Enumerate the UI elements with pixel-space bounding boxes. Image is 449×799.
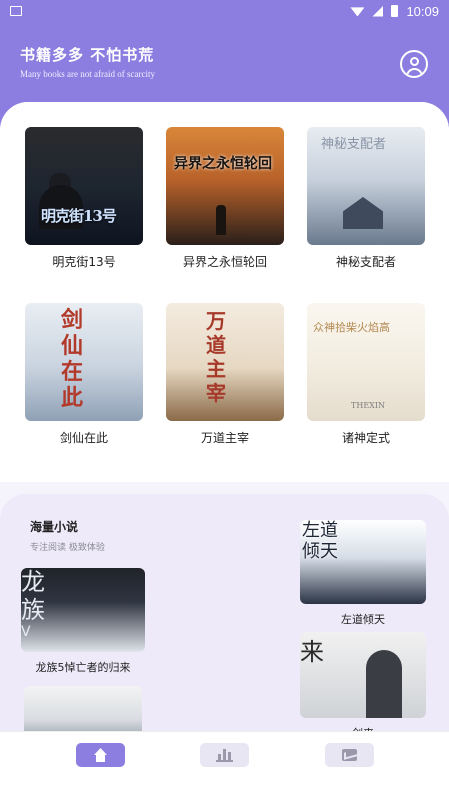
book-cover-text: 左道倾天 — [302, 520, 338, 562]
book-cover-text: 剑仙在此 — [61, 307, 84, 411]
book-title: 左道倾天 — [341, 613, 385, 626]
book-cover: 剑仙在此 — [25, 303, 143, 421]
mail-icon — [342, 749, 357, 761]
book-card[interactable]: 万道主宰 万道主宰 — [166, 303, 284, 446]
book-cover-text: 神秘支配者 — [321, 137, 387, 152]
ranking-icon — [216, 748, 233, 762]
signal-icon — [372, 5, 384, 17]
header-title: 书籍多多 不怕书荒 — [20, 46, 155, 64]
book-grid: 明克街13号 明克街13号 异界之永恒轮回 异界之永恒轮回 神秘支配者 神秘支配… — [0, 102, 449, 482]
user-icon — [410, 57, 419, 66]
book-title: 万道主宰 — [200, 431, 249, 445]
book-card[interactable]: 龙族 V 龙族5悼亡者的归来 — [21, 568, 145, 675]
book-cover-text: 明克街13号 — [41, 207, 117, 225]
nav-mail-button[interactable] — [325, 743, 374, 767]
book-cover: 左道倾天 — [300, 520, 426, 604]
book-title: 诸神定式 — [341, 431, 390, 445]
battery-icon — [391, 5, 399, 17]
book-card[interactable]: 异界之永恒轮回 异界之永恒轮回 — [166, 127, 284, 270]
image-notification-icon — [10, 6, 22, 16]
book-title: 异界之永恒轮回 — [182, 255, 267, 269]
book-cover-text: 众神拾柴火焰高 — [313, 321, 390, 334]
bottom-nav — [0, 731, 449, 799]
book-cover: 神秘支配者 — [307, 127, 425, 245]
status-time: 10:09 — [406, 3, 439, 19]
book-card[interactable]: 剑仙在此 剑仙在此 — [25, 303, 143, 446]
main-content: 明克街13号 明克街13号 异界之永恒轮回 异界之永恒轮回 神秘支配者 神秘支配… — [0, 102, 449, 742]
book-card[interactable]: 神秘支配者 神秘支配者 — [307, 127, 425, 270]
book-cover: 龙族 V — [21, 568, 145, 652]
header-subtitle: Many books are not afraid of scarcity — [20, 69, 155, 79]
book-cover: 众神拾柴火焰高 THEXIN — [307, 303, 425, 421]
book-card[interactable]: 众神拾柴火焰高 THEXIN 诸神定式 — [307, 303, 425, 446]
book-card[interactable]: 来 剑来 — [300, 632, 426, 741]
status-icons: 10:09 — [350, 4, 439, 19]
book-cover: 异界之永恒轮回 — [166, 127, 284, 245]
book-title: 剑仙在此 — [59, 431, 108, 445]
nav-ranking-button[interactable] — [200, 743, 249, 767]
status-bar: 10:09 — [0, 0, 449, 22]
book-title: 龙族5悼亡者的归来 — [35, 661, 131, 674]
book-cover-subtext: THEXIN — [351, 401, 386, 410]
book-cover-text: 龙族 — [21, 568, 45, 624]
book-cover: 万道主宰 — [166, 303, 284, 421]
book-cover-text: 异界之永恒轮回 — [174, 156, 272, 172]
book-title: 神秘支配者 — [335, 255, 396, 269]
book-cover: 明克街13号 — [25, 127, 143, 245]
book-cover: 来 — [300, 632, 426, 718]
book-cover-text: 来 — [300, 638, 324, 666]
nav-home-button[interactable] — [76, 743, 125, 767]
section-title: 海量小说 — [30, 520, 79, 534]
book-cover-subtext: V — [21, 624, 31, 640]
sea-novels-section: 海量小说 专注阅读 极致体验 龙族 V 龙族5悼亡者的归来 左道倾天 左道倾天 … — [0, 494, 449, 742]
wifi-icon — [350, 6, 364, 16]
book-title: 明克街13号 — [52, 255, 116, 269]
book-card[interactable]: 明克街13号 明克街13号 — [25, 127, 143, 270]
book-card[interactable]: 左道倾天 左道倾天 — [300, 520, 426, 627]
home-icon — [94, 748, 107, 762]
book-cover-text: 万道主宰 — [206, 309, 226, 405]
profile-button[interactable] — [400, 50, 428, 78]
section-subtitle: 专注阅读 极致体验 — [30, 543, 105, 553]
